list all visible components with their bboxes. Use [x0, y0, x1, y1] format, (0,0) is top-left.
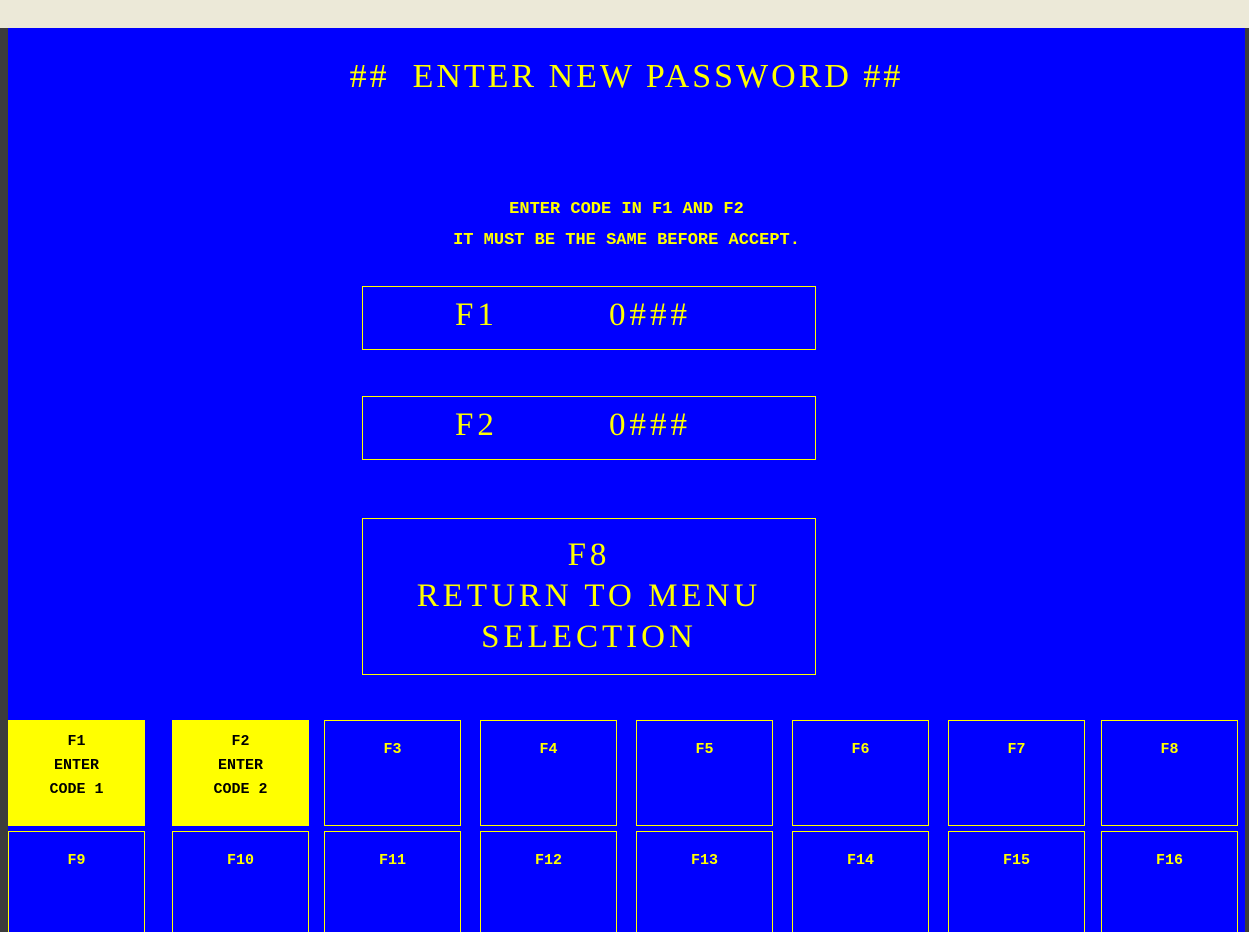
fkey-f9[interactable]: F9: [8, 831, 145, 932]
fkey-key: F1: [67, 733, 86, 750]
fkey-key: F2: [231, 733, 250, 750]
fkey-f1[interactable]: F1 ENTER CODE 1: [8, 720, 145, 826]
field-value-f2: 0###: [609, 407, 691, 443]
return-line-1: RETURN TO MENU: [416, 578, 762, 614]
return-key-label: F8: [567, 537, 611, 573]
fkey-line2: CODE 2: [213, 781, 268, 798]
fkey-f14[interactable]: F14: [792, 831, 929, 932]
fkey-f13[interactable]: F13: [636, 831, 773, 932]
fkey-key: F13: [690, 852, 718, 869]
fkey-line1: ENTER: [53, 757, 99, 774]
fkey-key: F14: [846, 852, 874, 869]
instruction-line-1: ENTER CODE IN F1 AND F2: [509, 200, 744, 219]
fkey-line2: CODE 1: [49, 781, 104, 798]
fkey-f12[interactable]: F12: [480, 831, 617, 932]
fkey-f16[interactable]: F16: [1101, 831, 1238, 932]
fkey-f4[interactable]: F4: [480, 720, 617, 826]
fkey-key: F4: [539, 741, 558, 758]
fkey-key: F5: [695, 741, 714, 758]
fkey-f8[interactable]: F8: [1101, 720, 1238, 826]
window-frame-left: [0, 28, 8, 932]
fkey-line1: ENTER: [217, 757, 263, 774]
return-line-2: SELECTION: [481, 619, 697, 655]
fkey-f7[interactable]: F7: [948, 720, 1085, 826]
fkey-f15[interactable]: F15: [948, 831, 1085, 932]
hmi-screen: ## ENTER NEW PASSWORD ## ENTER CODE IN F…: [8, 28, 1245, 932]
fkey-f5[interactable]: F5: [636, 720, 773, 826]
fkey-f6[interactable]: F6: [792, 720, 929, 826]
fkey-key: F7: [1007, 741, 1026, 758]
fkey-key: F8: [1160, 741, 1179, 758]
return-to-menu-button[interactable]: F8 RETURN TO MENU SELECTION: [362, 518, 816, 675]
instruction-line-2: IT MUST BE THE SAME BEFORE ACCEPT.: [453, 231, 800, 250]
field-value-f1: 0###: [609, 297, 691, 333]
window-top-strip: [0, 0, 1249, 10]
field-label-f2: F2: [455, 407, 498, 443]
fkey-key: F6: [851, 741, 870, 758]
fkey-f10[interactable]: F10: [172, 831, 309, 932]
fkey-key: F11: [378, 852, 406, 869]
password-field-f2[interactable]: F2 0###: [362, 396, 816, 460]
fkey-key: F3: [383, 741, 402, 758]
window-frame-right: [1245, 28, 1249, 932]
fkey-key: F15: [1002, 852, 1030, 869]
page-title: ## ENTER NEW PASSWORD ##: [349, 58, 904, 95]
fkey-key: F10: [226, 852, 254, 869]
fkey-key: F9: [67, 852, 86, 869]
password-field-f1[interactable]: F1 0###: [362, 286, 816, 350]
fkey-f2[interactable]: F2 ENTER CODE 2: [172, 720, 309, 826]
fkey-f11[interactable]: F11: [324, 831, 461, 932]
fkey-f3[interactable]: F3: [324, 720, 461, 826]
fkey-key: F12: [534, 852, 562, 869]
field-label-f1: F1: [455, 297, 498, 333]
fkey-key: F16: [1155, 852, 1183, 869]
